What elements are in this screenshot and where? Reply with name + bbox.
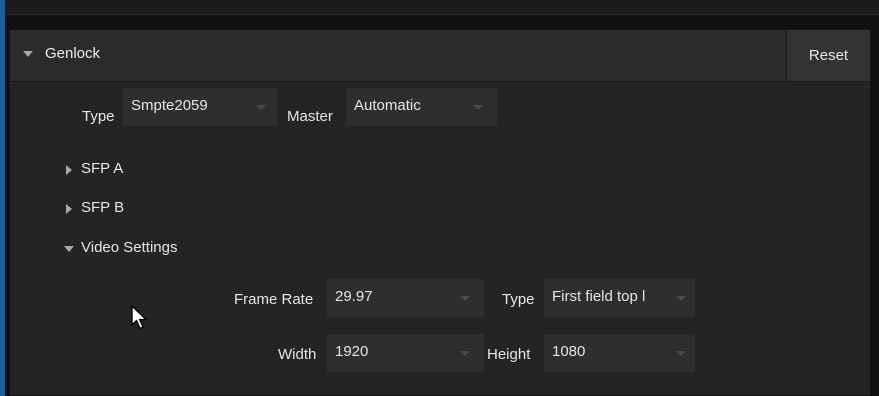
chevron-down-icon[interactable]	[23, 51, 33, 57]
chevron-down-icon	[676, 296, 686, 301]
type-dropdown-value: Smpte2059	[131, 97, 208, 114]
master-dropdown[interactable]: Automatic	[346, 88, 497, 126]
width-label: Width	[278, 346, 317, 363]
width-dropdown[interactable]: 1920	[327, 334, 484, 372]
genlock-panel: Genlock Reset Type Smpte2059 Master Auto…	[9, 29, 871, 396]
chevron-down-icon	[676, 351, 686, 356]
tree-item-sfp-a[interactable]: SFP A	[64, 158, 164, 182]
master-dropdown-value: Automatic	[354, 97, 421, 114]
height-value: 1080	[552, 343, 586, 360]
height-label: Height	[487, 346, 531, 363]
tree-item-label: Video Settings	[81, 239, 178, 256]
tree-item-sfp-b[interactable]: SFP B	[64, 197, 164, 221]
reset-button[interactable]: Reset	[786, 30, 870, 81]
master-label: Master	[287, 108, 333, 125]
window-accent-border	[0, 0, 5, 396]
chevron-down-icon	[460, 296, 470, 301]
height-dropdown[interactable]: 1080	[544, 334, 695, 372]
frame-rate-value: 29.97	[335, 288, 373, 305]
section-title: Genlock	[45, 45, 101, 62]
frame-rate-label: Frame Rate	[234, 291, 314, 308]
video-type-dropdown[interactable]: First field top l	[544, 279, 695, 317]
type-dropdown[interactable]: Smpte2059	[123, 88, 277, 126]
top-panel-edge	[5, 0, 879, 15]
mouse-cursor-icon	[131, 305, 147, 330]
chevron-down-icon	[473, 105, 483, 110]
section-header[interactable]: Genlock	[10, 30, 870, 82]
frame-rate-dropdown[interactable]: 29.97	[327, 279, 484, 317]
video-type-value: First field top l	[552, 288, 646, 305]
app-window: Genlock Reset Type Smpte2059 Master Auto…	[0, 0, 879, 396]
chevron-down-icon	[64, 246, 74, 252]
tree-item-label: SFP B	[81, 199, 125, 216]
chevron-right-icon	[66, 165, 72, 175]
chevron-down-icon	[460, 351, 470, 356]
chevron-down-icon	[256, 105, 266, 110]
tree-item-label: SFP A	[81, 160, 124, 177]
type-label: Type	[82, 108, 115, 125]
video-type-label: Type	[502, 291, 535, 308]
width-value: 1920	[335, 343, 369, 360]
chevron-right-icon	[66, 204, 72, 214]
tree-item-video-settings[interactable]: Video Settings	[64, 237, 224, 261]
